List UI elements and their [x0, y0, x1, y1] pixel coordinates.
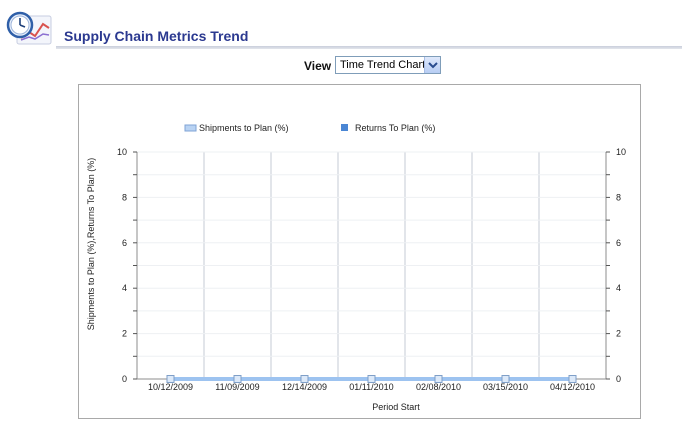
- legend-item-shipments: Shipments to Plan (%): [184, 123, 289, 133]
- x-tick-label: 02/08/2010: [416, 382, 461, 392]
- clock-chart-icon: [3, 10, 55, 48]
- chevron-down-icon[interactable]: [424, 57, 440, 73]
- data-point-shipments: [367, 375, 376, 383]
- data-point-shipments: [568, 375, 577, 383]
- y2-tick-label: 0: [616, 374, 621, 384]
- view-select-value: Time Trend Chart: [340, 59, 426, 71]
- data-point-shipments: [300, 375, 309, 383]
- title-divider: [56, 46, 682, 49]
- data-point-shipments: [166, 375, 175, 383]
- y-tick-label: 4: [122, 283, 127, 293]
- data-point-shipments: [233, 375, 242, 383]
- view-label: View: [304, 59, 332, 73]
- y2-tick-label: 6: [616, 238, 621, 248]
- x-tick-label: 01/11/2010: [349, 382, 393, 392]
- y-axis-label: Shipments to Plan (%),Returns To Plan (%…: [86, 158, 96, 330]
- view-select[interactable]: Time Trend Chart: [335, 56, 441, 74]
- y-tick-label: 10: [117, 147, 127, 157]
- x-axis-label: Period Start: [372, 402, 420, 412]
- x-tick-label: 11/09/2009: [215, 382, 259, 392]
- y-tick-label: 6: [122, 238, 127, 248]
- chart-container: 0 2 4 6 8 10 0 2 4 6 8 10 10/12/2009 11/09/2009 12/14/…: [78, 84, 641, 419]
- y-tick-label: 0: [122, 374, 127, 384]
- y2-tick-label: 4: [616, 283, 621, 293]
- legend-label-returns: Returns To Plan (%): [355, 123, 435, 133]
- data-point-shipments: [434, 375, 443, 383]
- y-tick-label: 2: [122, 329, 127, 339]
- legend-item-returns: Returns To Plan (%): [341, 123, 435, 133]
- y2-tick-label: 2: [616, 329, 621, 339]
- x-tick-label: 12/14/2009: [282, 382, 327, 392]
- legend-label-shipments: Shipments to Plan (%): [199, 123, 289, 133]
- x-tick-label: 04/12/2010: [550, 382, 595, 392]
- x-tick-label: 03/15/2010: [483, 382, 528, 392]
- data-point-shipments: [501, 375, 510, 383]
- page-title: Supply Chain Metrics Trend: [64, 28, 249, 44]
- y-tick-label: 8: [122, 192, 127, 202]
- page-header: Supply Chain Metrics Trend: [0, 0, 684, 49]
- time-trend-chart: 0 2 4 6 8 10 0 2 4 6 8 10 10/12/2009 11/09/2009 12/14/…: [86, 123, 626, 412]
- x-tick-label: 10/12/2009: [148, 382, 193, 392]
- y2-tick-label: 8: [616, 192, 621, 202]
- y2-tick-label: 10: [616, 147, 626, 157]
